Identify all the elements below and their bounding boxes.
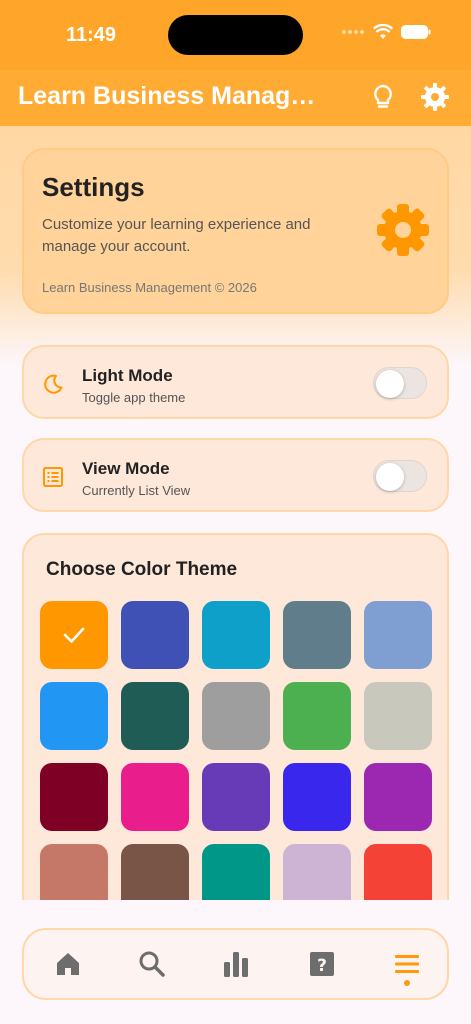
status-time: 11:49 bbox=[66, 24, 117, 46]
settings-title: Settings bbox=[42, 172, 145, 202]
color-swatch[interactable] bbox=[202, 682, 270, 750]
settings-description: Customize your learning experience and m… bbox=[42, 216, 311, 255]
stats-icon[interactable] bbox=[220, 948, 252, 980]
color-theme-card: Choose Color Theme bbox=[22, 533, 449, 923]
switch-knob bbox=[376, 463, 404, 491]
dynamic-island bbox=[168, 15, 303, 55]
light-mode-switch[interactable] bbox=[373, 367, 427, 399]
status-icons bbox=[341, 24, 431, 40]
switch-knob bbox=[376, 370, 404, 398]
color-swatch[interactable] bbox=[283, 682, 351, 750]
svg-text:?: ? bbox=[317, 956, 327, 976]
color-swatch[interactable] bbox=[40, 763, 108, 831]
active-indicator bbox=[404, 980, 410, 986]
bottom-nav: ? bbox=[22, 928, 449, 1000]
color-swatch[interactable] bbox=[202, 601, 270, 669]
color-swatch[interactable] bbox=[364, 682, 432, 750]
color-swatch[interactable] bbox=[283, 763, 351, 831]
swatch-grid bbox=[40, 601, 432, 912]
app-header: Learn Business Manag… bbox=[0, 70, 471, 126]
gear-icon bbox=[377, 204, 429, 256]
color-swatch[interactable] bbox=[121, 682, 189, 750]
light-mode-row: Light Mode Toggle app theme bbox=[22, 345, 449, 419]
color-swatch[interactable] bbox=[202, 763, 270, 831]
battery-icon bbox=[401, 25, 431, 39]
settings-card: Settings Customize your learning experie… bbox=[22, 148, 449, 314]
check-icon bbox=[63, 627, 85, 643]
list-icon bbox=[43, 467, 63, 487]
app-title: Learn Business Manag… bbox=[18, 82, 316, 110]
home-icon[interactable] bbox=[52, 948, 84, 980]
view-mode-title: View Mode bbox=[82, 459, 170, 478]
color-swatch[interactable] bbox=[364, 601, 432, 669]
lightbulb-icon[interactable] bbox=[368, 82, 398, 112]
light-mode-title: Light Mode bbox=[82, 366, 173, 385]
moon-icon bbox=[44, 374, 63, 394]
view-mode-subtitle: Currently List View bbox=[82, 483, 191, 498]
color-swatch[interactable] bbox=[121, 601, 189, 669]
signal-icon bbox=[342, 30, 364, 34]
color-swatch[interactable] bbox=[40, 682, 108, 750]
light-mode-subtitle: Toggle app theme bbox=[82, 390, 186, 405]
status-bar: 11:49 bbox=[0, 0, 471, 70]
search-icon[interactable] bbox=[136, 948, 168, 980]
wifi-icon bbox=[373, 24, 393, 39]
help-icon[interactable]: ? bbox=[306, 948, 338, 980]
color-theme-title: Choose Color Theme bbox=[46, 559, 238, 580]
color-swatch[interactable] bbox=[40, 601, 108, 669]
view-mode-row: View Mode Currently List View bbox=[22, 438, 449, 512]
gear-icon[interactable] bbox=[420, 82, 450, 112]
color-swatch[interactable] bbox=[121, 763, 189, 831]
view-mode-switch[interactable] bbox=[373, 460, 427, 492]
menu-icon[interactable] bbox=[391, 948, 423, 980]
color-swatch[interactable] bbox=[283, 601, 351, 669]
copyright-text: Learn Business Management © 2026 bbox=[42, 280, 257, 295]
color-swatch[interactable] bbox=[364, 763, 432, 831]
